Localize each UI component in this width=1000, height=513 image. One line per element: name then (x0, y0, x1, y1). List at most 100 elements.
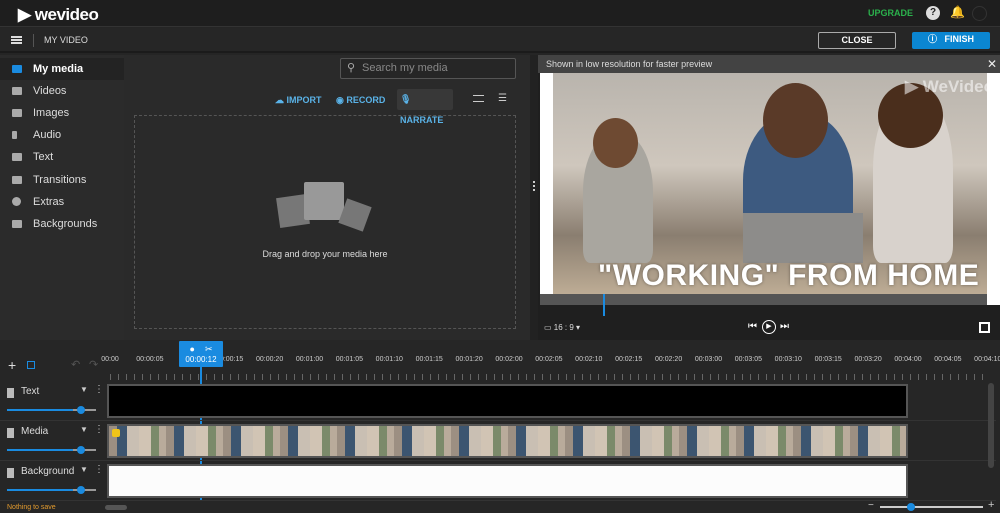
sort-icon[interactable] (473, 95, 484, 102)
finish-button[interactable]: ⓘ FINISH (912, 32, 990, 49)
vertical-scrollbar[interactable] (988, 383, 994, 468)
watermark-logo: ▶ WeVideo (905, 77, 994, 96)
ruler-label: 00:00 (101, 356, 119, 363)
close-button[interactable]: CLOSE (818, 32, 896, 49)
panel-resize-handle[interactable] (530, 55, 538, 340)
video-preview[interactable]: "WORKING" FROM HOME (540, 73, 1000, 305)
volume-slider[interactable] (7, 486, 96, 494)
cloud-upload-icon: ☁ (275, 95, 287, 105)
record-label: RECORD (346, 95, 386, 105)
ruler-label: 00:00:20 (255, 356, 284, 363)
smiley-icon (12, 197, 21, 206)
save-status: Nothing to save (7, 504, 56, 511)
background-clip[interactable] (107, 464, 908, 498)
backgrounds-icon (12, 220, 22, 228)
low-res-notice: Shown in low resolution for faster previ… (538, 55, 1000, 73)
preview-scrubber[interactable] (540, 294, 987, 305)
top-header (0, 0, 1000, 27)
chevron-down-icon[interactable]: ▼ (80, 465, 88, 474)
playhead-marker[interactable]: ● ✂ 00:00:12 (179, 341, 223, 367)
sidebar-item-label: Images (33, 107, 70, 119)
track-icon (7, 428, 14, 438)
record-button[interactable]: ◉ RECORD (336, 94, 385, 106)
zoom-out-icon[interactable]: − (868, 500, 874, 511)
track-name: Media (21, 426, 49, 437)
add-track-icon[interactable]: + (8, 357, 16, 373)
track-row-text (104, 381, 996, 421)
transition-icon (12, 176, 22, 184)
track-header-background: Background ▼ ⋮ (0, 461, 104, 501)
alert-circle-icon: ⓘ (927, 34, 945, 44)
narrate-button[interactable]: 🎙NARRATE (397, 89, 453, 125)
more-vertical-icon[interactable]: ⋮ (94, 384, 104, 395)
filter-icon[interactable]: ☰ (498, 94, 507, 104)
ruler-label: 00:01:10 (375, 356, 403, 363)
sidebar-item-text[interactable]: Text (0, 146, 124, 168)
track-name: Background (21, 466, 75, 477)
video-headline: "WORKING" FROM HOME (598, 259, 980, 292)
scissors-icon[interactable]: ✂ (205, 344, 213, 354)
horizontal-scrollbar[interactable] (105, 505, 127, 510)
zoom-in-icon[interactable]: + (988, 499, 994, 511)
image-icon (12, 109, 22, 117)
ruler-label: 00:03:00 (694, 356, 723, 363)
ruler-label: 00:02:15 (615, 356, 643, 363)
sidebar: My media Videos Images Audio Text Transi… (0, 55, 124, 340)
record-icon: ◉ (336, 95, 347, 105)
text-clip[interactable] (107, 384, 908, 418)
ruler-label: 00:04:05 (934, 356, 962, 363)
logo-text: wevideo (34, 5, 99, 24)
volume-slider[interactable] (7, 406, 96, 414)
ruler-label: 00:03:10 (774, 356, 802, 363)
redo-icon[interactable]: ↷ (89, 358, 98, 371)
more-vertical-icon[interactable]: ⋮ (94, 464, 104, 475)
sidebar-item-backgrounds[interactable]: Backgrounds (0, 213, 124, 235)
sidebar-item-transitions[interactable]: Transitions (0, 169, 124, 191)
close-icon[interactable]: ✕ (987, 55, 997, 73)
skip-forward-icon[interactable]: ⏭ (780, 321, 789, 332)
more-vertical-icon[interactable]: ⋮ (94, 424, 104, 435)
upgrade-link[interactable]: UPGRADE (868, 8, 913, 18)
ruler-label: 00:01:00 (295, 356, 324, 363)
chevron-down-icon[interactable]: ▼ (80, 425, 88, 434)
track-icon (7, 388, 14, 398)
ruler-label: 00:01:15 (415, 356, 443, 363)
hamburger-menu-icon[interactable] (11, 36, 22, 44)
time-ruler[interactable]: 00:0000:00:0500:00:1000:00:1500:00:2000:… (101, 344, 1000, 380)
undo-icon[interactable]: ↶ (71, 358, 80, 371)
sidebar-item-images[interactable]: Images (0, 102, 124, 124)
media-placeholder-icon (276, 180, 373, 238)
bell-icon[interactable]: 🔔 (950, 5, 965, 19)
search-icon: ⚲ (347, 62, 356, 74)
ruler-label: 00:03:20 (854, 356, 882, 363)
fullscreen-icon[interactable] (979, 322, 990, 333)
folder-icon (12, 65, 22, 73)
sidebar-item-audio[interactable]: Audio (0, 124, 124, 146)
select-icon[interactable] (27, 361, 35, 369)
import-button[interactable]: ☁ IMPORT (275, 94, 322, 106)
skip-back-icon[interactable]: ⏮ (748, 321, 757, 332)
volume-slider[interactable] (7, 446, 96, 454)
preview-playhead[interactable] (602, 294, 605, 316)
sidebar-item-videos[interactable]: Videos (0, 80, 124, 102)
project-title[interactable]: MY VIDEO (44, 35, 88, 45)
timeline-zoom-slider[interactable] (880, 503, 983, 511)
ruler-label: 00:02:00 (495, 356, 523, 363)
help-icon[interactable]: ? (926, 6, 940, 20)
preview-controls: ▭ 16 : 9 ▾ ⏮ ▶ ⏭ (538, 316, 1000, 340)
music-note-icon (12, 131, 17, 139)
tracks: Text ▼ ⋮ Media ▼ ⋮ Background ▼ ⋮ (0, 381, 1000, 501)
chevron-down-icon[interactable]: ▼ (80, 385, 88, 394)
finish-label: FINISH (944, 34, 975, 44)
search-input[interactable]: ⚲ Search my media (340, 58, 516, 79)
track-row-background (104, 461, 996, 501)
sidebar-item-my-media[interactable]: My media (0, 58, 124, 80)
sidebar-item-extras[interactable]: Extras (0, 191, 124, 213)
wevideo-logo[interactable]: ▶ wevideo (18, 5, 99, 25)
avatar[interactable] (972, 6, 987, 21)
ruler-label: 00:03:05 (734, 356, 763, 363)
aspect-ratio-dropdown[interactable]: ▭ 16 : 9 ▾ (544, 323, 580, 332)
media-clip[interactable] (107, 424, 908, 458)
ruler-label: 00:02:10 (575, 356, 603, 363)
play-icon[interactable]: ▶ (762, 320, 776, 334)
